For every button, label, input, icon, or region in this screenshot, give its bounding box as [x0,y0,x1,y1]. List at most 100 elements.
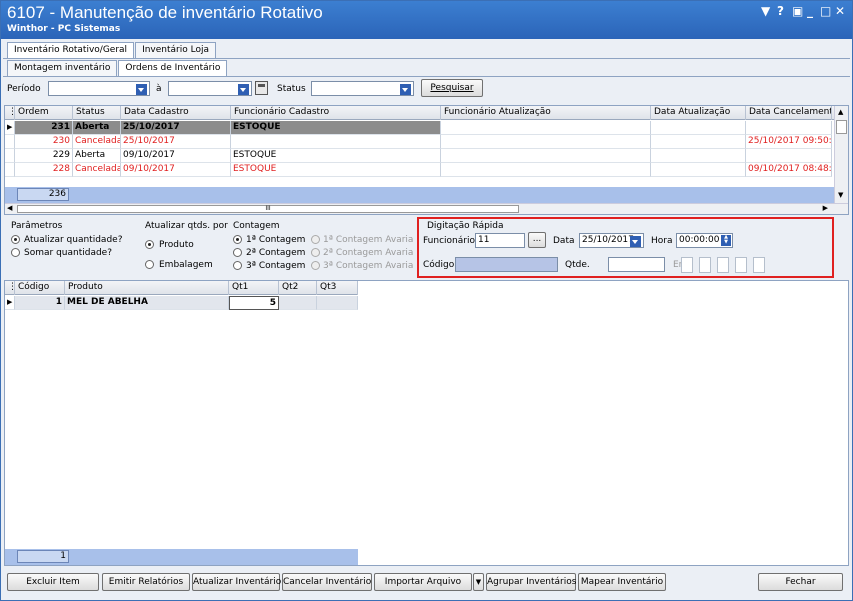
cell-data-cancelamento[interactable]: 09/10/2017 08:48:4 [746,163,832,177]
scroll-thumb[interactable] [836,120,847,134]
cell-func-cadastro[interactable]: ESTOQUE [231,149,441,163]
dropdown-arrow-icon[interactable] [630,236,641,247]
cell-data-cadastro[interactable]: 25/10/2017 [121,121,231,135]
scroll-right-icon[interactable]: ▶ [823,204,828,212]
end-field-4[interactable] [735,257,747,273]
avaria3-radio[interactable] [311,261,320,270]
agrupar-inventarios-button[interactable]: Agrupar Inventários [486,573,576,591]
fechar-button[interactable]: Fechar [758,573,843,591]
col-qt3[interactable]: Qt3 [317,281,358,295]
hora-input[interactable]: 00:00:00 ▲ ▼ [676,233,733,248]
produto-label[interactable]: Produto [159,240,194,250]
embalagem-label[interactable]: Embalagem [159,260,213,270]
contagem3-radio[interactable] [233,261,242,270]
mapear-inventario-button[interactable]: Mapear Inventário [578,573,666,591]
tab-ordens[interactable]: Ordens de Inventário [118,60,228,76]
atualizar-inventario-button[interactable]: Atualizar Inventário [192,573,281,591]
col-func-atualizacao[interactable]: Funcionário Atualização [441,106,651,120]
codigo-input[interactable] [455,257,558,272]
contagem2-radio[interactable] [233,248,242,257]
cell-data-cadastro[interactable]: 25/10/2017 [121,135,231,149]
cell-ordem[interactable]: 231 [15,121,73,135]
data-input[interactable]: 25/10/2017 [579,233,644,248]
col-data-cadastro[interactable]: Data Cadastro [121,106,231,120]
somar-label[interactable]: Somar quantidade? [24,248,112,258]
cancelar-inventario-button[interactable]: Cancelar Inventário [282,573,372,591]
periodo-end-field[interactable] [168,81,252,96]
end-field-5[interactable] [753,257,765,273]
col-func-cadastro[interactable]: Funcionário Cadastro [231,106,441,120]
cell-codigo[interactable]: 1 [15,296,65,310]
atualizar-label[interactable]: Atualizar quantidade? [24,235,122,245]
help-icon[interactable]: ? [777,4,784,18]
cell-func-cadastro[interactable] [231,135,441,149]
cell-data-cancelamento[interactable] [746,121,832,135]
cell-func-cadastro[interactable]: ESTOQUE [231,163,441,177]
col-codigo[interactable]: Código [15,281,65,295]
avaria2-radio[interactable] [311,248,320,257]
dropdown-arrow-icon[interactable] [238,84,249,95]
excluir-item-button[interactable]: Excluir Item [7,573,99,591]
cell-func-atualizacao[interactable] [441,135,651,149]
contagem1-radio[interactable] [233,235,242,244]
contagem3-label[interactable]: 3ª Contagem [246,261,305,271]
cell-status[interactable]: Cancelada [73,163,121,177]
grid-menu-icon[interactable]: ⋮ [5,281,15,295]
tab-inventario-loja[interactable]: Inventário Loja [135,42,216,58]
scroll-down-icon[interactable]: ▼ [838,191,843,199]
end-field-3[interactable] [717,257,729,273]
cell-data-cancelamento[interactable]: 25/10/2017 09:50:5 [746,135,832,149]
cell-qt3[interactable] [317,296,358,310]
tab-inventario-rotativo[interactable]: Inventário Rotativo/Geral [7,42,135,58]
qtde-input[interactable] [608,257,665,272]
contagem1-label[interactable]: 1ª Contagem [246,235,305,245]
scroll-thumb[interactable]: III [17,205,519,213]
cell-data-atualizacao[interactable] [651,135,746,149]
col-qt1[interactable]: Qt1 [229,281,279,295]
end-field-1[interactable] [681,257,693,273]
horizontal-scrollbar[interactable]: ◀ III ▶ [5,203,848,214]
cell-data-atualizacao[interactable] [651,163,746,177]
col-data-atualizacao[interactable]: Data Atualização [651,106,746,120]
funcionario-input[interactable]: 11 [475,233,525,248]
end-field-2[interactable] [699,257,711,273]
cell-data-atualizacao[interactable] [651,149,746,163]
produto-radio[interactable] [145,240,154,249]
search-button[interactable]: Pesquisar [421,79,483,97]
cell-ordem[interactable]: 230 [15,135,73,149]
cell-status[interactable]: Cancelada [73,135,121,149]
minimize-button[interactable]: _ [807,4,813,18]
table-row[interactable]: ▶ 1 MEL DE ABELHA 5 [5,296,358,310]
cell-data-cancelamento[interactable] [746,149,832,163]
col-status[interactable]: Status [73,106,121,120]
cell-func-cadastro[interactable]: ESTOQUE [231,121,441,135]
importar-dropdown-icon[interactable]: ▼ [473,573,484,591]
cell-func-atualizacao[interactable] [441,121,651,135]
importar-arquivo-button[interactable]: Importar Arquivo [374,573,472,591]
col-data-cancelamento[interactable]: Data Cancelamento [746,106,832,120]
cell-data-cadastro[interactable]: 09/10/2017 [121,163,231,177]
cell-data-atualizacao[interactable] [651,121,746,135]
table-row[interactable]: 230 Cancelada 25/10/2017 25/10/2017 09:5… [5,135,832,149]
contagem2-label[interactable]: 2ª Contagem [246,248,305,258]
vertical-scrollbar[interactable]: ▲ ▼ [834,106,848,203]
table-row[interactable]: 228 Cancelada 09/10/2017 ESTOQUE 09/10/2… [5,163,832,177]
scroll-up-icon[interactable]: ▲ [838,108,843,116]
spin-icon[interactable]: ▲ ▼ [721,235,731,246]
somar-radio[interactable] [11,248,20,257]
scroll-left-icon[interactable]: ◀ [7,204,12,212]
tab-montagem[interactable]: Montagem inventário [7,60,118,76]
dropdown-arrow-icon[interactable] [136,84,147,95]
dropdown-arrow-icon[interactable] [400,84,411,95]
cell-status[interactable]: Aberta [73,149,121,163]
col-produto[interactable]: Produto [65,281,229,295]
calendar-icon[interactable] [255,81,268,95]
cell-data-cadastro[interactable]: 09/10/2017 [121,149,231,163]
restore-icon[interactable]: ▣ [792,4,803,18]
cell-qt2[interactable] [279,296,317,310]
emitir-relatorios-button[interactable]: Emitir Relatórios [102,573,190,591]
col-qt2[interactable]: Qt2 [279,281,317,295]
periodo-start-field[interactable] [48,81,150,96]
embalagem-radio[interactable] [145,260,154,269]
atualizar-radio[interactable] [11,235,20,244]
